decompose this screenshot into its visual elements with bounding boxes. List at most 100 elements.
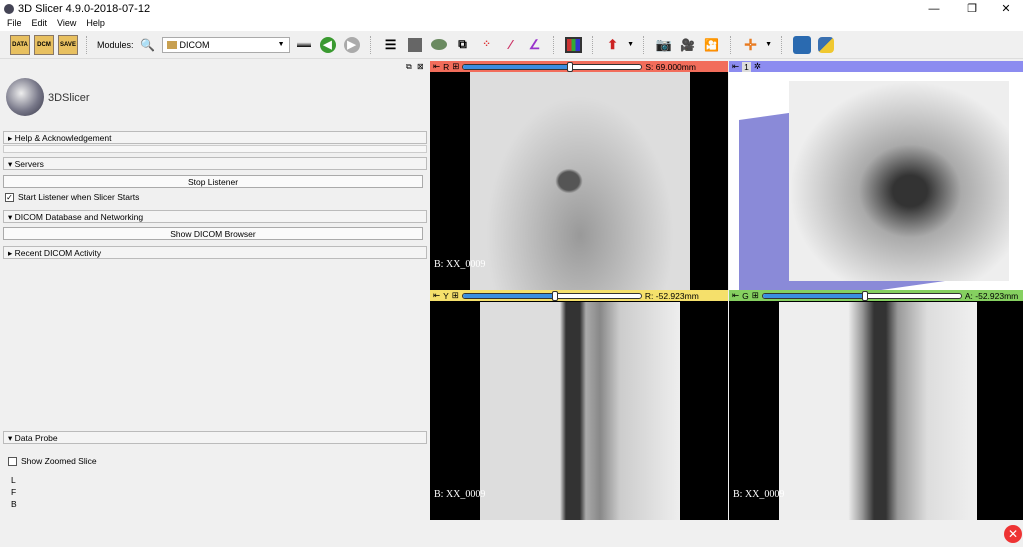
separator — [780, 35, 784, 54]
crosshair-dropdown-icon[interactable]: ▼ — [765, 35, 773, 55]
pin-icon[interactable]: ⇤ — [732, 61, 739, 72]
link-icon[interactable]: ⊞ — [452, 61, 459, 72]
red-view-letter: R — [443, 61, 450, 72]
transforms-icon[interactable]: ⧉ — [453, 35, 473, 55]
show-zoomed-label: Show Zoomed Slice — [21, 456, 97, 466]
load-data-button[interactable]: DATA — [10, 34, 30, 55]
gear-icon[interactable]: ✲ — [754, 61, 761, 72]
green-slice-view[interactable]: ⇤ G ⊞ A: -52.923mm B: XX_0009 — [729, 290, 1023, 520]
back-arrow-icon[interactable]: ◀ — [318, 35, 338, 55]
extension-manager-icon[interactable] — [792, 35, 812, 55]
checkbox-icon[interactable] — [8, 457, 17, 467]
menu-view[interactable]: View — [57, 18, 76, 31]
save-button[interactable]: SAVE — [58, 34, 78, 55]
minimize-button[interactable]: — — [917, 0, 951, 18]
red-offset-slider[interactable] — [462, 61, 643, 72]
start-listener-checkbox[interactable]: ✓ Start Listener when Slicer Starts — [5, 192, 140, 203]
layout-icon[interactable] — [564, 35, 584, 55]
separator — [591, 35, 595, 54]
python-console-icon[interactable] — [816, 35, 836, 55]
module-search-icon[interactable]: 🔍 — [138, 35, 158, 55]
green-volume-label: B: XX_0009 — [733, 489, 785, 500]
separator — [729, 35, 733, 54]
panel-close-icon[interactable]: ⊠ — [417, 62, 424, 71]
modules-label: Modules: — [97, 39, 134, 50]
data-probe-label: Data Probe — [14, 433, 58, 443]
error-log-icon[interactable]: ✕ — [1004, 525, 1022, 543]
yellow-volume-label: B: XX_0009 — [434, 489, 486, 500]
module-selector[interactable]: DICOM ▼ — [161, 36, 290, 53]
data-probe-section-header[interactable]: ▾ Data Probe — [3, 431, 427, 444]
crosshair-icon[interactable]: ✛ — [741, 35, 761, 55]
pin-icon[interactable]: ⇤ — [433, 290, 440, 301]
red-offset-value: S: 69.000mm — [645, 61, 696, 72]
menu-file[interactable]: File — [7, 18, 22, 31]
checkbox-icon[interactable]: ✓ — [5, 193, 14, 203]
menu-help[interactable]: Help — [86, 18, 105, 31]
start-listener-label: Start Listener when Slicer Starts — [18, 192, 140, 202]
yellow-view-controller: ⇤ Y ⊞ R: -52.923mm — [430, 290, 728, 301]
slicer-logo-text: 3DSlicer — [48, 92, 90, 104]
separator — [86, 35, 89, 54]
yellow-offset-slider[interactable] — [461, 290, 642, 301]
scene-view-list-icon[interactable]: 🎦 — [702, 35, 722, 55]
stop-listener-button[interactable]: Stop Listener — [3, 175, 423, 188]
forward-arrow-icon[interactable]: ▶ — [342, 35, 362, 55]
menu-bar: File Edit View Help — [0, 18, 1023, 31]
show-dicom-browser-button[interactable]: Show DICOM Browser — [3, 227, 423, 240]
maximize-button[interactable]: ❐ — [955, 0, 989, 18]
yellow-view-letter: Y — [443, 290, 449, 301]
chevron-down-icon: ▼ — [277, 41, 285, 48]
separator — [552, 35, 556, 54]
green-offset-slider[interactable] — [761, 290, 962, 301]
show-zoomed-slice-checkbox[interactable]: Show Zoomed Slice — [8, 456, 97, 467]
yellow-slice-view[interactable]: ⇤ Y ⊞ R: -52.923mm B: XX_0009 — [430, 290, 728, 520]
servers-label: Servers — [14, 159, 44, 169]
help-section-header[interactable]: ▸ Help & Acknowledgement — [3, 131, 427, 144]
ruler-icon[interactable]: ∕ — [501, 35, 521, 55]
panel-float-icon[interactable]: ⧉ — [406, 62, 412, 72]
window-title: 3D Slicer 4.9.0-2018-07-12 — [18, 3, 151, 15]
volumes-cube-icon[interactable] — [405, 35, 425, 55]
link-icon[interactable]: ⊞ — [752, 290, 759, 301]
dicom-button[interactable]: DCM — [34, 34, 54, 55]
module-history-icon[interactable] — [294, 35, 314, 55]
threed-view[interactable]: ⇤ 1 ✲ — [729, 61, 1023, 290]
red-view-controller: ⇤ R ⊞ S: 69.000mm — [430, 61, 728, 72]
threed-image — [789, 81, 1009, 281]
pin-icon[interactable]: ⇤ — [732, 290, 739, 301]
servers-section-header[interactable]: ▾ Servers — [3, 157, 427, 170]
dicom-db-section-header[interactable]: ▾ DICOM Database and Networking — [3, 210, 427, 223]
green-image — [779, 302, 977, 520]
mouse-mode-icon[interactable]: ⬆ — [603, 35, 623, 55]
help-label: Help & Acknowledgement — [14, 133, 112, 143]
menu-edit[interactable]: Edit — [32, 18, 48, 31]
markups-icon[interactable]: ⁘ — [477, 35, 497, 55]
recent-activity-section-header[interactable]: ▸ Recent DICOM Activity — [3, 246, 427, 259]
link-icon[interactable]: ⊞ — [452, 290, 459, 301]
probe-f: F — [11, 487, 17, 497]
recent-label: Recent DICOM Activity — [14, 248, 102, 258]
close-button[interactable]: ✕ — [989, 0, 1023, 18]
red-image — [470, 72, 690, 290]
module-selected: DICOM — [179, 39, 210, 50]
save-label: SAVE — [60, 41, 76, 48]
toolbar: DATA DCM SAVE Modules: 🔍 DICOM ▼ ◀ ▶ ☰ ⧉… — [0, 31, 1023, 59]
scene-view-icon[interactable]: 🎥 — [678, 35, 698, 55]
red-slice-view[interactable]: ⇤ R ⊞ S: 69.000mm B: XX_0009 — [430, 61, 728, 290]
mouse-mode-dropdown-icon[interactable]: ▼ — [627, 35, 635, 55]
probe-b: B — [11, 499, 17, 509]
models-icon[interactable] — [429, 35, 449, 55]
data-tree-icon[interactable]: ☰ — [381, 35, 401, 55]
angle-icon[interactable]: ∠ — [525, 35, 545, 55]
screenshot-icon[interactable]: 📷 — [654, 35, 674, 55]
green-view-controller: ⇤ G ⊞ A: -52.923mm — [729, 290, 1023, 301]
green-offset-value: A: -52.923mm — [964, 290, 1019, 301]
separator — [369, 35, 373, 54]
dicom-db-label: DICOM Database and Networking — [14, 212, 144, 222]
slicer-logo-icon — [6, 78, 44, 116]
pin-icon[interactable]: ⇤ — [433, 61, 440, 72]
threed-view-controller: ⇤ 1 ✲ — [729, 61, 1023, 72]
acknowledgement-bar — [3, 145, 427, 153]
dicom-module-icon — [166, 40, 177, 49]
